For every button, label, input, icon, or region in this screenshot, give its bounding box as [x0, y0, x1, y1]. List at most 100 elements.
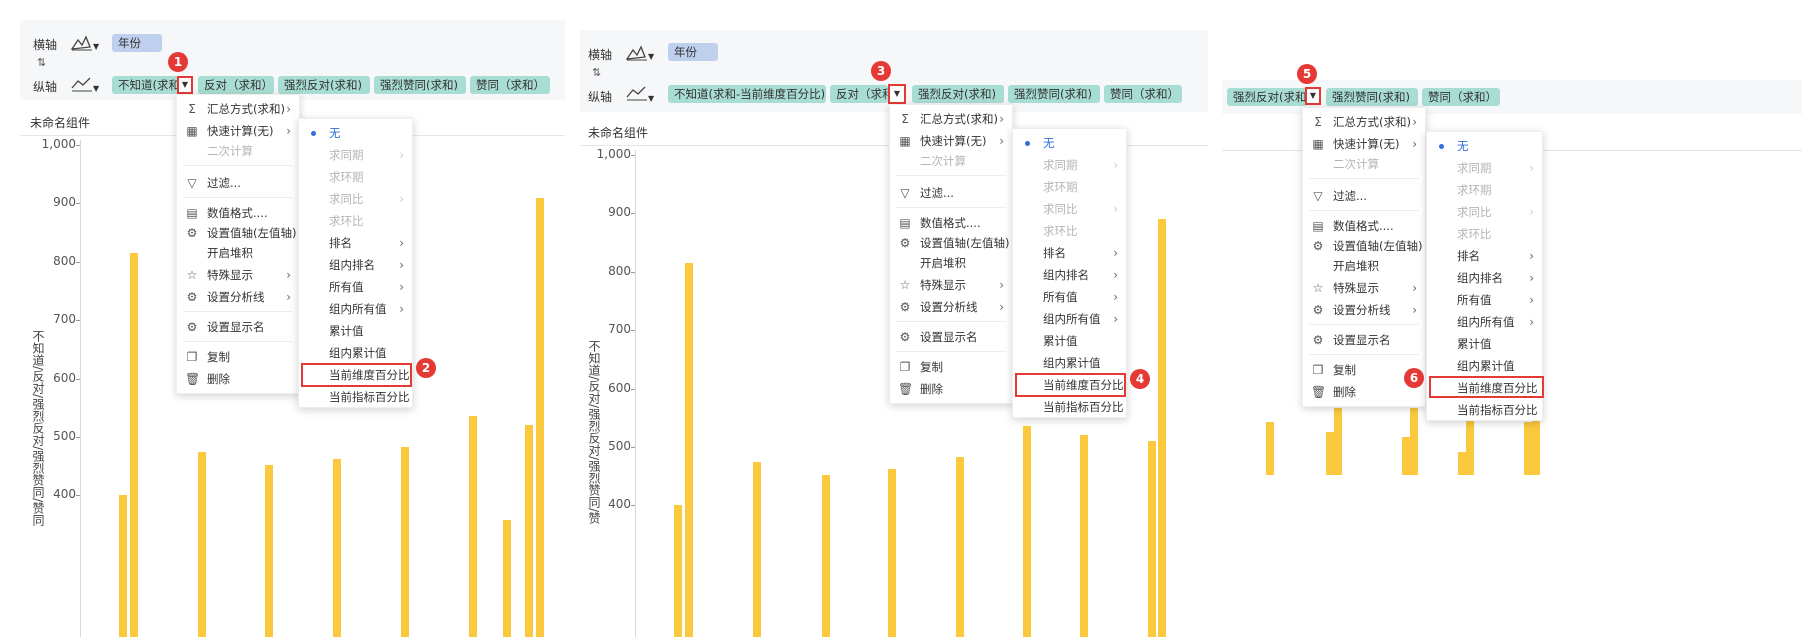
- menu-item-filter[interactable]: ▽ 过滤...: [177, 173, 299, 193]
- menu-item-number-format[interactable]: ▤ 数值格式....: [890, 213, 1012, 233]
- submenu-item-metric-percent[interactable]: 当前指标百分比: [299, 387, 412, 407]
- submenu-item-rank[interactable]: 排名 ›: [1427, 246, 1542, 266]
- menu-item-copy[interactable]: ❐ 复制: [177, 347, 299, 367]
- y-field-4[interactable]: 赞同（求和）: [470, 76, 550, 94]
- swap-icon[interactable]: ⇅: [592, 66, 601, 79]
- menu-item-delete[interactable]: 🗑 删除: [890, 379, 1012, 399]
- menu-divider: [183, 197, 293, 198]
- menu-item-quick-calc[interactable]: ▦ 快速计算(无) ›: [1303, 134, 1425, 154]
- submenu-item-none[interactable]: 无: [299, 123, 412, 143]
- menu-item-delete[interactable]: 🗑 删除: [177, 369, 299, 389]
- submenu-item-group-all-values[interactable]: 组内所有值 ›: [1013, 309, 1126, 329]
- submenu-item-none[interactable]: 无: [1427, 136, 1542, 156]
- y-field-0[interactable]: 不知道(求和): [112, 76, 178, 94]
- y-field-1[interactable]: 反对（求和）: [198, 76, 274, 94]
- chevron-down-icon[interactable]: ▼: [93, 42, 99, 51]
- menu-item-aggregation[interactable]: Σ 汇总方式(求和) ›: [1303, 112, 1425, 132]
- y-field-2[interactable]: 赞同（求和）: [1422, 88, 1500, 106]
- submenu-label: 求环比: [329, 214, 364, 228]
- submenu-item-group-rank[interactable]: 组内排名 ›: [299, 255, 412, 275]
- submenu-item-rank[interactable]: 排名 ›: [299, 233, 412, 253]
- menu-item-quick-calc[interactable]: ▦ 快速计算(无) ›: [177, 121, 299, 141]
- area-chart-icon[interactable]: [625, 44, 649, 62]
- submenu-item-none[interactable]: 无: [1013, 133, 1126, 153]
- submenu-item-group-cumulative[interactable]: 组内累计值: [299, 343, 412, 363]
- menu-item-aggregation[interactable]: Σ 汇总方式(求和) ›: [890, 109, 1012, 129]
- menu-item-special-display[interactable]: ☆ 特殊显示 ›: [177, 265, 299, 285]
- line-chart-icon[interactable]: [625, 84, 649, 102]
- field-dropdown-button[interactable]: ▼: [1305, 87, 1321, 105]
- submenu-item-group-rank[interactable]: 组内排名 ›: [1427, 268, 1542, 288]
- y-field-2[interactable]: 强烈反对(求和): [912, 85, 1004, 103]
- bar: [1410, 408, 1418, 475]
- y-tick-label: 500: [608, 438, 631, 453]
- menu-item-filter[interactable]: ▽ 过滤...: [1303, 186, 1425, 206]
- menu-item-value-axis[interactable]: ⚙ 设置值轴(左值轴): [890, 233, 1012, 253]
- menu-item-stack[interactable]: 开启堆积: [177, 243, 299, 263]
- y-tick-label: 400: [53, 487, 76, 502]
- swap-icon[interactable]: ⇅: [37, 56, 46, 69]
- submenu-item-group-rank[interactable]: 组内排名 ›: [1013, 265, 1126, 285]
- copy-icon: ❐: [1312, 363, 1324, 377]
- menu-item-special-display[interactable]: ☆ 特殊显示 ›: [1303, 278, 1425, 298]
- submenu-item-cumulative[interactable]: 累计值: [1013, 331, 1126, 351]
- menu-item-analysis-line[interactable]: ⚙ 设置分析线 ›: [890, 297, 1012, 317]
- menu-item-analysis-line[interactable]: ⚙ 设置分析线 ›: [177, 287, 299, 307]
- menu-item-stack[interactable]: 开启堆积: [1303, 256, 1425, 276]
- submenu-item-all-values[interactable]: 所有值 ›: [1427, 290, 1542, 310]
- y-field-0[interactable]: 强烈反对(求和: [1227, 88, 1307, 106]
- calculator-icon: ▦: [1312, 137, 1324, 151]
- y-field-4[interactable]: 赞同（求和）: [1104, 85, 1182, 103]
- menu-item-copy[interactable]: ❐ 复制: [890, 357, 1012, 377]
- field-dropdown-button[interactable]: ▼: [177, 76, 193, 94]
- menu-item-display-name[interactable]: ⚙ 设置显示名: [177, 317, 299, 337]
- menu-item-filter[interactable]: ▽ 过滤...: [890, 183, 1012, 203]
- y-field-2[interactable]: 强烈反对(求和): [278, 76, 370, 94]
- y-field-0[interactable]: 不知道(求和-当前维度百分比): [668, 85, 826, 103]
- y-tick-mark: [76, 378, 80, 380]
- submenu-item-rank[interactable]: 排名 ›: [1013, 243, 1126, 263]
- submenu-item-group-all-values[interactable]: 组内所有值 ›: [299, 299, 412, 319]
- menu-item-number-format[interactable]: ▤ 数值格式....: [1303, 216, 1425, 236]
- menu-item-display-name[interactable]: ⚙ 设置显示名: [1303, 330, 1425, 350]
- y-field-3[interactable]: 强烈赞同(求和): [1008, 85, 1100, 103]
- chevron-down-icon[interactable]: ▼: [648, 52, 654, 61]
- submenu-item-all-values[interactable]: 所有值 ›: [299, 277, 412, 297]
- menu-item-aggregation[interactable]: Σ 汇总方式(求和) ›: [177, 99, 299, 119]
- bar: [536, 197, 544, 637]
- x-field-year[interactable]: 年份: [668, 43, 718, 61]
- submenu-label: 组内排名: [1043, 268, 1089, 282]
- highlight-box: [1015, 373, 1126, 397]
- menu-item-value-axis[interactable]: ⚙ 设置值轴(左值轴): [1303, 236, 1425, 256]
- y-field-3[interactable]: 强烈赞同(求和): [374, 76, 466, 94]
- chevron-down-icon[interactable]: ▼: [93, 84, 99, 93]
- menu-item-display-name[interactable]: ⚙ 设置显示名: [890, 327, 1012, 347]
- submenu-item-metric-percent[interactable]: 当前指标百分比: [1013, 397, 1126, 417]
- submenu-item-cumulative[interactable]: 累计值: [299, 321, 412, 341]
- line-chart-icon[interactable]: [70, 75, 94, 93]
- y-field-1[interactable]: 反对（求和: [830, 85, 888, 103]
- submenu-item-all-values[interactable]: 所有值 ›: [1013, 287, 1126, 307]
- menu-label: 特殊显示: [920, 278, 966, 292]
- menu-label: 设置显示名: [1333, 333, 1391, 347]
- submenu-item-group-all-values[interactable]: 组内所有值 ›: [1427, 312, 1542, 332]
- x-field-year[interactable]: 年份: [112, 34, 162, 52]
- submenu-item-group-cumulative[interactable]: 组内累计值: [1427, 356, 1542, 376]
- submenu-item-group-cumulative[interactable]: 组内累计值: [1013, 353, 1126, 373]
- menu-item-special-display[interactable]: ☆ 特殊显示 ›: [890, 275, 1012, 295]
- field-dropdown-button[interactable]: ▼: [888, 84, 906, 104]
- chevron-down-icon[interactable]: ▼: [648, 94, 654, 103]
- area-chart-icon[interactable]: [70, 34, 94, 52]
- bar: [753, 461, 761, 637]
- y-field-1[interactable]: 强烈赞同(求和): [1326, 88, 1418, 106]
- menu-item-stack[interactable]: 开启堆积: [890, 253, 1012, 273]
- step-badge-4: 4: [1130, 369, 1150, 389]
- menu-item-quick-calc[interactable]: ▦ 快速计算(无) ›: [890, 131, 1012, 151]
- submenu-item-cumulative[interactable]: 累计值: [1427, 334, 1542, 354]
- chevron-right-icon: ›: [1412, 137, 1417, 151]
- menu-divider: [896, 351, 1006, 352]
- menu-item-analysis-line[interactable]: ⚙ 设置分析线 ›: [1303, 300, 1425, 320]
- menu-item-value-axis[interactable]: ⚙ 设置值轴(左值轴): [177, 223, 299, 243]
- menu-item-number-format[interactable]: ▤ 数值格式....: [177, 203, 299, 223]
- submenu-item-metric-percent[interactable]: 当前指标百分比: [1427, 400, 1542, 420]
